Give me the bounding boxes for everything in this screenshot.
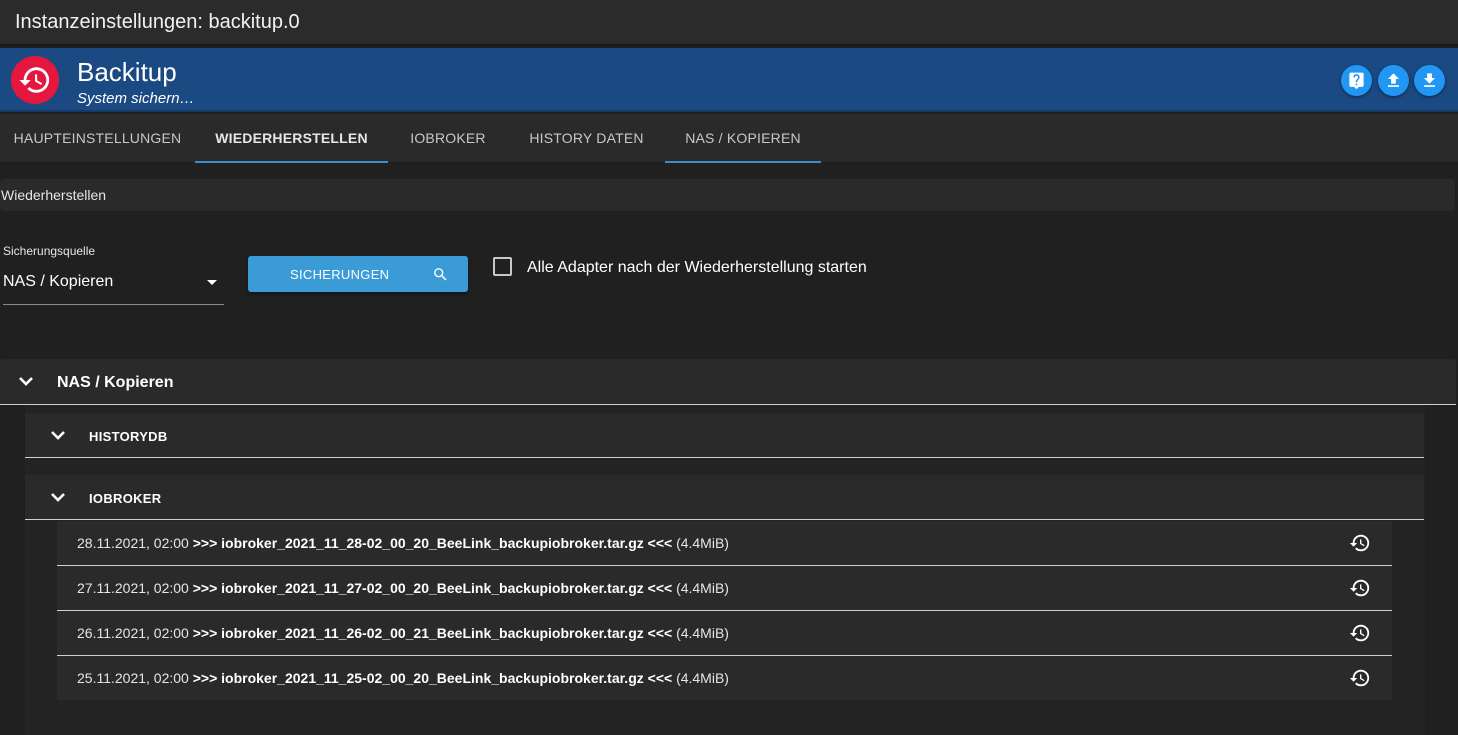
tab-underline — [665, 161, 821, 163]
settings-tabs: HAUPTEINSTELLUNGEN WIEDERHERSTELLEN IOBR… — [0, 114, 1458, 163]
backup-size: (4.4MiB) — [676, 670, 729, 686]
backup-date: 27.11.2021, 02:00 — [77, 580, 189, 596]
accordion-title: HISTORYDB — [89, 429, 168, 444]
list-item: 28.11.2021, 02:00 >>> iobroker_2021_11_2… — [57, 521, 1392, 566]
tab-haupteinstellungen[interactable]: HAUPTEINSTELLUNGEN — [0, 114, 195, 163]
restore-icon[interactable] — [1349, 532, 1371, 554]
tab-nas-kopieren[interactable]: NAS / KOPIEREN — [665, 114, 821, 163]
download-icon — [1423, 73, 1436, 87]
backup-list: 28.11.2021, 02:00 >>> iobroker_2021_11_2… — [57, 521, 1392, 700]
list-item: 25.11.2021, 02:00 >>> iobroker_2021_11_2… — [57, 656, 1392, 701]
accordion-iobroker[interactable]: IOBROKER — [25, 475, 1424, 520]
restore-icon[interactable] — [1349, 667, 1371, 689]
help-button[interactable] — [1341, 65, 1372, 96]
backup-entry: 25.11.2021, 02:00 >>> iobroker_2021_11_2… — [77, 670, 729, 686]
tab-label: HISTORY DATEN — [529, 130, 644, 146]
source-select[interactable]: NAS / Kopieren — [3, 266, 224, 305]
tab-history-daten[interactable]: HISTORY DATEN — [508, 114, 665, 163]
source-select-label: Sicherungsquelle — [3, 244, 96, 258]
backup-entry: 27.11.2021, 02:00 >>> iobroker_2021_11_2… — [77, 580, 729, 596]
backup-filename: iobroker_2021_11_27-02_00_20_BeeLink_bac… — [221, 580, 644, 596]
backup-filename: iobroker_2021_11_25-02_00_20_BeeLink_bac… — [221, 670, 644, 686]
backup-date: 26.11.2021, 02:00 — [77, 625, 189, 641]
tab-label: NAS / KOPIEREN — [685, 130, 801, 146]
backup-date: 28.11.2021, 02:00 — [77, 535, 189, 551]
backup-prefix: >>> — [192, 670, 218, 686]
upload-icon — [1387, 73, 1400, 87]
chevron-down-icon — [51, 493, 65, 502]
accordion-historydb[interactable]: HISTORYDB — [25, 413, 1424, 458]
app-header: Backitup System sichern… — [0, 48, 1458, 112]
app-subtitle: System sichern… — [77, 90, 195, 107]
backup-filename: iobroker_2021_11_26-02_00_21_BeeLink_bac… — [221, 625, 644, 641]
backup-prefix: >>> — [192, 580, 218, 596]
start-all-adapters-checkbox[interactable] — [493, 257, 512, 276]
backup-size: (4.4MiB) — [676, 535, 729, 551]
restore-icon[interactable] — [1349, 577, 1371, 599]
restore-icon[interactable] — [1349, 622, 1371, 644]
search-icon — [434, 268, 447, 281]
tab-label: HAUPTEINSTELLUNGEN — [13, 130, 182, 146]
tab-label: IOBROKER — [410, 130, 486, 146]
chevron-down-icon — [19, 377, 33, 386]
accordion-title: NAS / Kopieren — [57, 374, 174, 391]
backup-filename: iobroker_2021_11_28-02_00_20_BeeLink_bac… — [221, 535, 644, 551]
backup-suffix: <<< — [647, 580, 673, 596]
backup-suffix: <<< — [647, 625, 673, 641]
window-title: Instanzeinstellungen: backitup.0 — [15, 11, 300, 33]
section-title: Wiederherstellen — [1, 187, 107, 203]
tab-wiederherstellen[interactable]: WIEDERHERSTELLEN — [195, 114, 388, 163]
backup-size: (4.4MiB) — [676, 580, 729, 596]
start-all-adapters-label: Alle Adapter nach der Wiederherstellung … — [527, 259, 867, 276]
backup-entry: 28.11.2021, 02:00 >>> iobroker_2021_11_2… — [77, 535, 729, 551]
accordion-nas-kopieren[interactable]: NAS / Kopieren — [0, 359, 1456, 405]
backup-prefix: >>> — [192, 625, 218, 641]
show-backups-button[interactable]: SICHERUNGEN — [248, 256, 468, 292]
backup-suffix: <<< — [647, 535, 673, 551]
tab-label: WIEDERHERSTELLEN — [215, 130, 368, 146]
list-item: 27.11.2021, 02:00 >>> iobroker_2021_11_2… — [57, 566, 1392, 611]
backup-size: (4.4MiB) — [676, 625, 729, 641]
show-backups-label: SICHERUNGEN — [290, 267, 390, 282]
upload-button[interactable] — [1378, 65, 1409, 96]
help-icon — [1349, 72, 1364, 90]
backup-date: 25.11.2021, 02:00 — [77, 670, 189, 686]
download-button[interactable] — [1414, 65, 1445, 96]
chevron-down-icon — [51, 431, 65, 440]
source-select-value: NAS / Kopieren — [3, 273, 114, 290]
backitup-logo-icon — [11, 56, 59, 104]
list-item: 26.11.2021, 02:00 >>> iobroker_2021_11_2… — [57, 611, 1392, 656]
backup-prefix: >>> — [192, 535, 218, 551]
app-name: Backitup — [77, 57, 177, 87]
tab-iobroker[interactable]: IOBROKER — [388, 114, 508, 163]
accordion-title: IOBROKER — [89, 491, 162, 506]
backup-suffix: <<< — [647, 670, 673, 686]
section-header: Wiederherstellen — [0, 179, 1455, 211]
active-tab-indicator — [195, 161, 388, 163]
window-titlebar: Instanzeinstellungen: backitup.0 — [0, 0, 1458, 46]
chevron-down-icon — [207, 280, 217, 285]
backup-entry: 26.11.2021, 02:00 >>> iobroker_2021_11_2… — [77, 625, 729, 641]
